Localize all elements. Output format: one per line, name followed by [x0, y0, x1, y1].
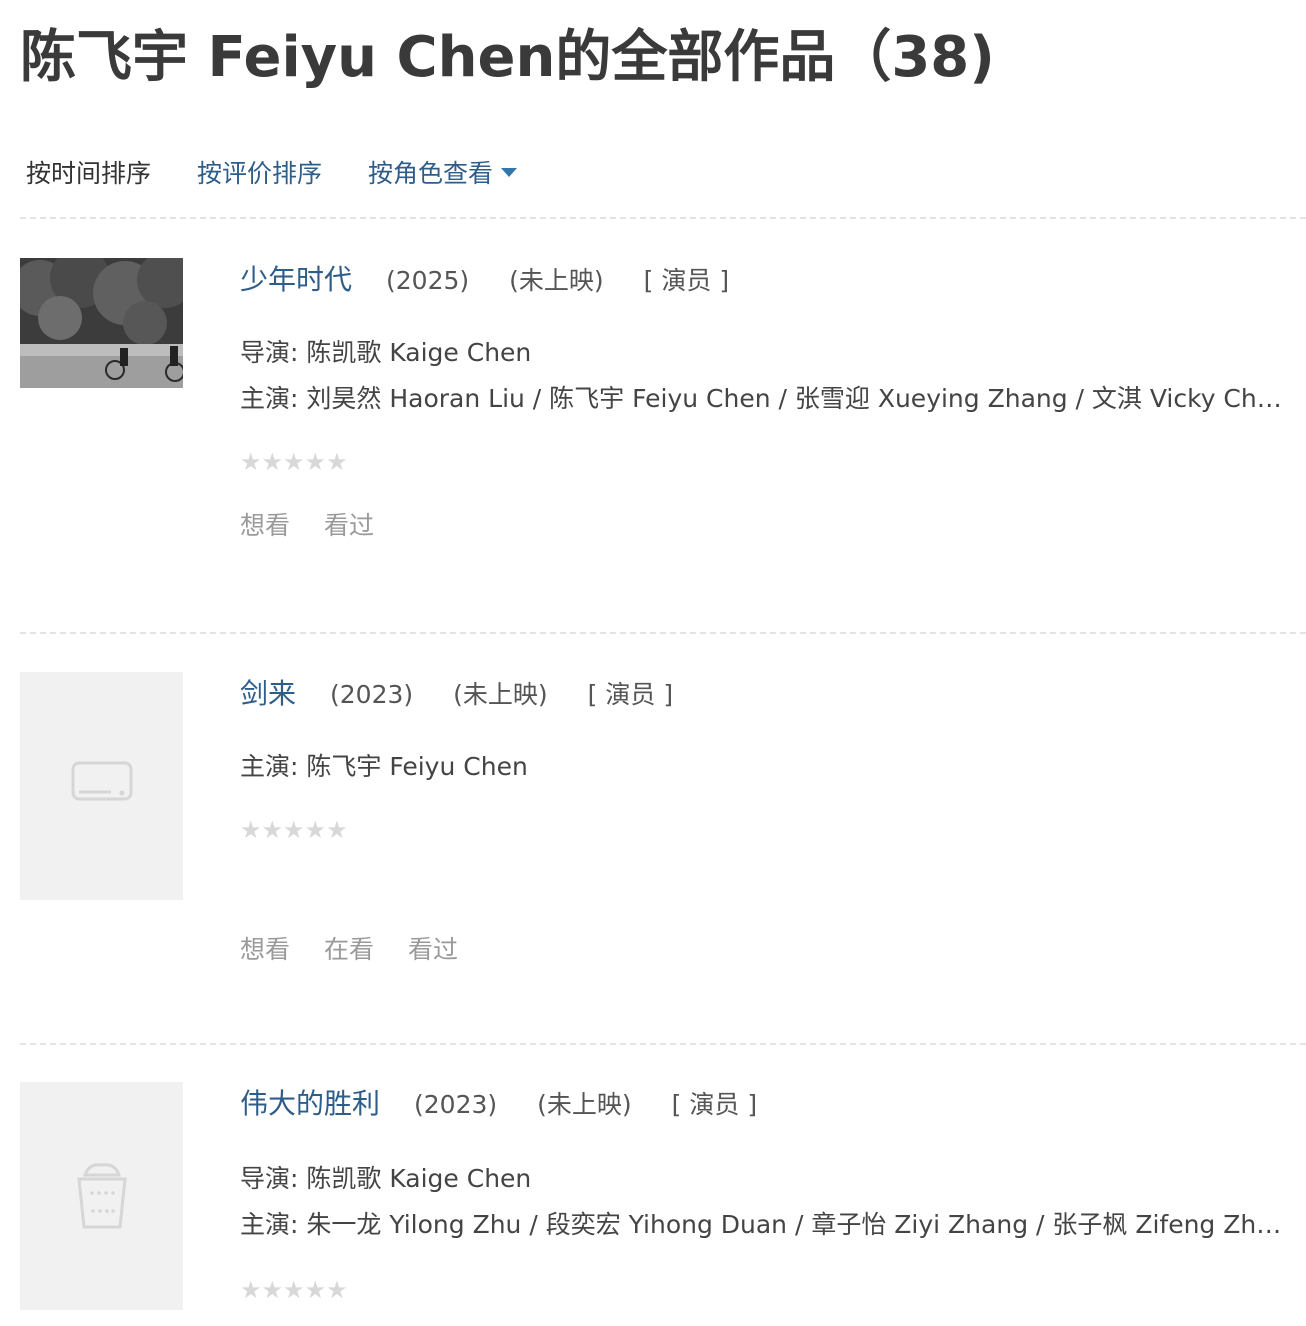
poster-placeholder[interactable] — [20, 1082, 183, 1310]
work-year: (2023) — [330, 680, 414, 709]
sort-by-time-link[interactable]: 按时间排序 — [26, 154, 151, 190]
director-label: 导演: — [240, 338, 299, 367]
rating-stars: ★★★★★ — [240, 448, 348, 476]
watched-link[interactable]: 看过 — [324, 506, 374, 542]
work-year: (2025) — [386, 266, 470, 295]
work-info: 剑来 (2023) (未上映) [ 演员 ] 主演: 陈飞宇 Feiyu Che… — [240, 672, 1286, 966]
work-role: [ 演员 ] — [587, 680, 674, 709]
poster-placeholder[interactable] — [20, 672, 183, 900]
work-status: (未上映) — [537, 1090, 632, 1119]
director-name: 陈凯歌 Kaige Chen — [306, 1164, 532, 1193]
action-links: 想看 在看 看过 — [240, 930, 1286, 966]
sort-bar: 按时间排序 按评价排序 按角色查看 — [26, 152, 563, 192]
watched-link[interactable]: 看过 — [408, 930, 458, 966]
work-title-line: 少年时代 (2025) (未上映) [ 演员 ] — [240, 258, 1286, 302]
view-by-role-label: 按角色查看 — [368, 159, 494, 188]
cast-line: 主演: 陈飞宇 Feiyu Chen — [240, 744, 1286, 790]
cast-names: 朱一龙 Yilong Zhu / 段奕宏 Yihong Duan / 章子怡 Z… — [306, 1210, 1286, 1239]
poster-image[interactable] — [20, 258, 183, 388]
watching-link[interactable]: 在看 — [324, 930, 374, 966]
view-by-role-dropdown[interactable]: 按角色查看 — [368, 154, 518, 190]
cast-label: 主演: — [240, 752, 299, 781]
work-year: (2023) — [414, 1090, 498, 1119]
work-title-link[interactable]: 剑来 — [240, 672, 296, 712]
cast-names: 陈飞宇 Feiyu Chen — [306, 752, 528, 781]
work-title-line: 伟大的胜利 (2023) (未上映) [ 演员 ] — [240, 1082, 1286, 1126]
work-status: (未上映) — [453, 680, 548, 709]
action-links: 想看 看过 — [240, 506, 1286, 542]
work-status: (未上映) — [509, 266, 604, 295]
work-title-link[interactable]: 少年时代 — [240, 258, 352, 298]
cast-names: 刘昊然 Haoran Liu / 陈飞宇 Feiyu Chen / 张雪迎 Xu… — [306, 384, 1286, 413]
page-title: 陈飞宇 Feiyu Chen的全部作品（38) — [20, 25, 995, 90]
director-label: 导演: — [240, 1164, 299, 1193]
director-name: 陈凯歌 Kaige Chen — [306, 338, 532, 367]
director-line: 导演: 陈凯歌 Kaige Chen — [240, 1156, 1286, 1202]
cast-line: 主演: 刘昊然 Haoran Liu / 陈飞宇 Feiyu Chen / 张雪… — [240, 376, 1286, 422]
sort-by-rating-link[interactable]: 按评价排序 — [197, 154, 322, 190]
work-role: [ 演员 ] — [671, 1090, 758, 1119]
rating-stars: ★★★★★ — [240, 1276, 348, 1304]
want-to-watch-link[interactable]: 想看 — [240, 930, 290, 966]
work-info: 伟大的胜利 (2023) (未上映) [ 演员 ] 导演: 陈凯歌 Kaige … — [240, 1082, 1286, 1310]
cast-label: 主演: — [240, 1210, 299, 1239]
work-info: 少年时代 (2025) (未上映) [ 演员 ] 导演: 陈凯歌 Kaige C… — [240, 258, 1286, 542]
cast-line: 主演: 朱一龙 Yilong Zhu / 段奕宏 Yihong Duan / 章… — [240, 1202, 1286, 1248]
divider — [20, 217, 1306, 219]
want-to-watch-link[interactable]: 想看 — [240, 506, 290, 542]
work-role: [ 演员 ] — [643, 266, 730, 295]
cast-label: 主演: — [240, 384, 299, 413]
divider — [20, 1043, 1306, 1045]
work-title-line: 剑来 (2023) (未上映) [ 演员 ] — [240, 672, 1286, 716]
director-line: 导演: 陈凯歌 Kaige Chen — [240, 330, 1286, 376]
work-title-link[interactable]: 伟大的胜利 — [240, 1082, 380, 1122]
divider — [20, 632, 1306, 634]
rating-stars: ★★★★★ — [240, 816, 348, 844]
caret-down-icon — [501, 167, 518, 177]
